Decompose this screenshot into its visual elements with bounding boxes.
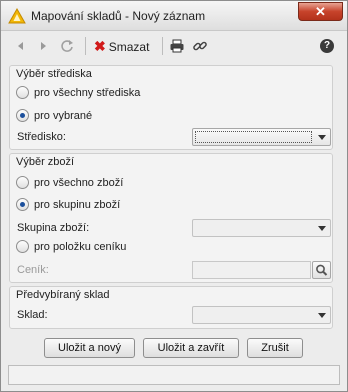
radio-all-centers[interactable]: pro všechny střediska [16,85,140,101]
warehouse-combobox[interactable] [192,306,331,324]
warehouse-field-label: Sklad: [17,309,48,321]
close-button[interactable]: ✕ [298,2,343,21]
goods-group-label: Skupina zboží: [17,222,90,234]
forward-arrow-icon[interactable] [35,38,51,54]
printer-icon[interactable] [169,38,185,54]
group-title-center: Výběr střediska [16,68,92,80]
radio-pricelist-item[interactable]: pro položku ceníku [16,239,126,255]
center-selection-group: Výběr střediska pro všechny střediska pr… [9,65,333,150]
window-title: Mapování skladů - Nový záznam [31,9,206,23]
radio-label: pro všechny střediska [34,87,141,100]
radio-button[interactable] [16,239,29,253]
preselected-warehouse-group: Předvybíraný sklad Sklad: [9,286,333,329]
radio-goods-group[interactable]: pro skupinu zboží [16,197,120,213]
delete-icon: ✖ [94,38,106,54]
pricelist-label: Ceník: [17,264,49,276]
delete-button[interactable]: ✖ Smazat [94,37,149,55]
radio-label: pro všechno zboží [34,177,124,190]
status-bar [8,365,340,385]
back-arrow-icon[interactable] [13,38,29,54]
app-logo-icon [8,8,26,24]
cancel-button[interactable]: Zrušit [247,338,303,358]
radio-label: pro vybrané [34,110,93,123]
chevron-down-icon [318,313,326,318]
radio-button[interactable] [16,85,29,99]
chevron-down-icon [318,135,326,140]
goods-group-combobox[interactable] [192,219,331,237]
toolbar: ✖ Smazat ? [1,32,347,60]
combo-focus-rect [195,131,312,143]
group-title-warehouse: Předvybíraný sklad [16,289,110,301]
delete-label: Smazat [108,40,150,54]
radio-selected-center[interactable]: pro vybrané [16,108,92,124]
radio-button-checked[interactable] [16,197,29,211]
radio-label: pro skupinu zboží [34,199,121,212]
center-field-label: Středisko: [17,131,66,143]
title-bar: Mapování skladů - Nový záznam ✕ [1,1,347,31]
goods-selection-group: Výběr zboží pro všechno zboží pro skupin… [9,153,333,283]
group-title-goods: Výběr zboží [16,156,75,168]
search-icon [316,264,328,276]
dialog-window: Mapování skladů - Nový záznam ✕ ✖Smazat [0,0,348,392]
radio-button[interactable] [16,175,29,189]
radio-all-goods[interactable]: pro všechno zboží [16,175,123,191]
toolbar-separator [162,37,163,55]
radio-label: pro položku ceníku [34,241,127,254]
radio-button-checked[interactable] [16,108,29,122]
save-and-close-button[interactable]: Uložit a zavřít [143,338,239,358]
help-icon[interactable]: ? [320,39,334,53]
center-combobox[interactable] [192,128,331,146]
save-and-new-button[interactable]: Uložit a nový [44,338,135,358]
refresh-icon[interactable] [59,38,75,54]
link-icon[interactable] [192,38,208,54]
pricelist-search-button[interactable] [312,261,331,279]
chevron-down-icon [318,226,326,231]
pricelist-input[interactable] [192,261,311,279]
toolbar-separator [85,37,86,55]
